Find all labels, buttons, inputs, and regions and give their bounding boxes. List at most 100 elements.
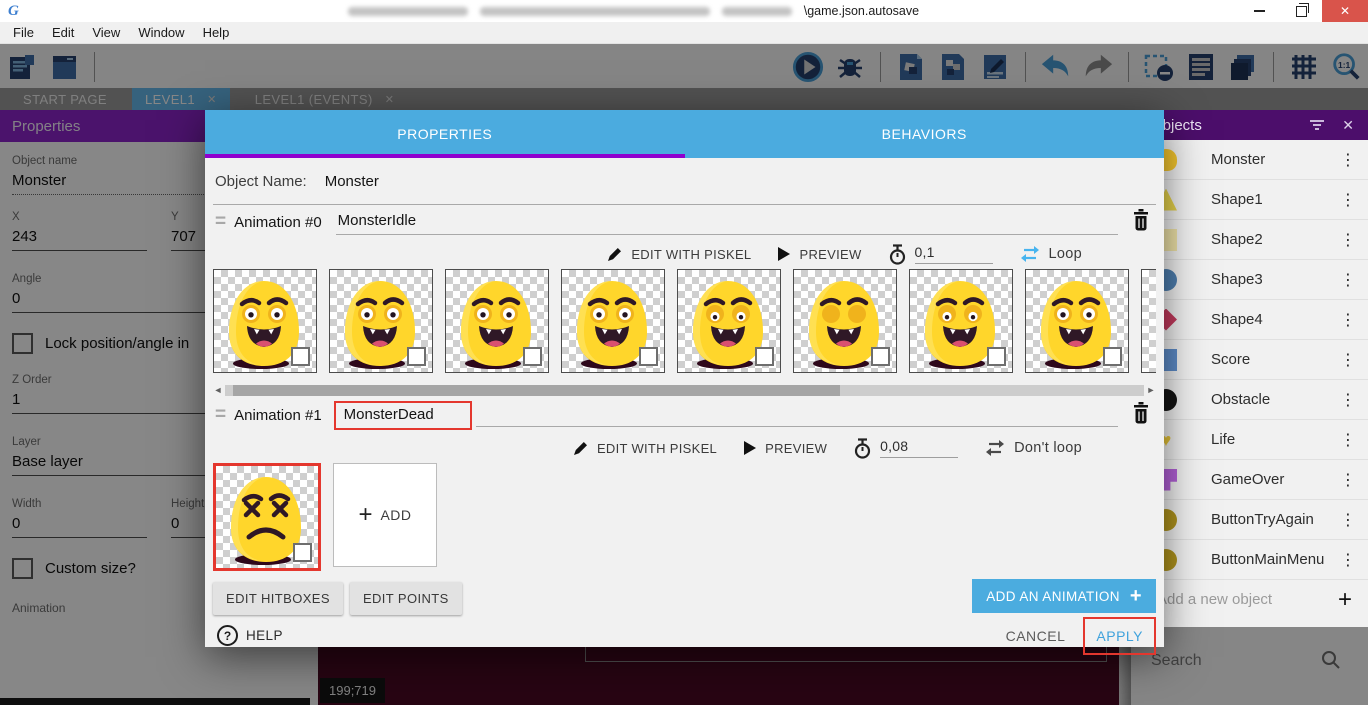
frame-checkbox[interactable] <box>987 347 1006 366</box>
object-row-shape1[interactable]: Shape1⋮ <box>1131 180 1368 220</box>
object-menu-icon[interactable]: ⋮ <box>1340 430 1356 450</box>
frame-checkbox[interactable] <box>755 347 774 366</box>
time-value[interactable]: 0,08 <box>880 438 958 458</box>
object-menu-icon[interactable]: ⋮ <box>1340 550 1356 570</box>
frame-checkbox[interactable] <box>1103 347 1122 366</box>
object-row-buttonmainmenu[interactable]: ButtonMainMenu⋮ <box>1131 540 1368 580</box>
menu-edit[interactable]: Edit <box>43 22 83 44</box>
close-button[interactable]: ✕ <box>1322 0 1368 22</box>
animation-frame[interactable] <box>793 269 897 373</box>
object-row-shape2[interactable]: Shape2 ⋮ <box>1131 220 1368 260</box>
loop-toggle[interactable]: Don't loop <box>984 439 1082 457</box>
window-title: \game.json.autosave <box>29 4 1238 18</box>
edit-with-piskel-button[interactable]: EDIT WITH PISKEL <box>572 440 717 457</box>
trash-icon[interactable] <box>1132 209 1150 236</box>
animation-frame[interactable] <box>1141 269 1156 373</box>
object-name: Score <box>1211 351 1250 368</box>
animation-0-name-input[interactable]: MonsterIdle <box>336 209 1118 235</box>
time-between-frames-field[interactable]: 0,1 <box>888 244 993 265</box>
filter-icon[interactable] <box>1308 118 1326 132</box>
minimize-button[interactable] <box>1238 0 1280 22</box>
animation-frame[interactable] <box>561 269 665 373</box>
preview-button[interactable]: PREVIEW <box>743 440 827 456</box>
menu-view[interactable]: View <box>83 22 129 44</box>
animation-frame[interactable] <box>329 269 433 373</box>
frames-scrollbar[interactable]: ◄ ► <box>213 383 1156 397</box>
menu-help[interactable]: Help <box>194 22 239 44</box>
frame-checkbox[interactable] <box>871 347 890 366</box>
object-row-obstacle[interactable]: Obstacle⋮ <box>1131 380 1368 420</box>
apply-button[interactable]: APPLY <box>1083 617 1156 655</box>
scroll-right-icon[interactable]: ► <box>1146 385 1156 395</box>
object-row-gameover[interactable]: GameOver⋮ <box>1131 460 1368 500</box>
time-value[interactable]: 0,1 <box>915 244 993 264</box>
edit-hitboxes-button[interactable]: EDIT HITBOXES <box>213 582 343 615</box>
object-name-label: Object Name: <box>215 173 307 190</box>
help-button[interactable]: ? HELP <box>217 625 283 646</box>
object-row-life[interactable]: ♥Life⋮ <box>1131 420 1368 460</box>
drag-handle-icon[interactable]: = <box>215 211 226 233</box>
animation-1-name-input[interactable]: MonsterDead <box>334 401 472 430</box>
objects-panel-title: Objects <box>1151 117 1308 134</box>
object-menu-icon[interactable]: ⋮ <box>1340 510 1356 530</box>
animation-frame[interactable] <box>909 269 1013 373</box>
scrollbar-track[interactable] <box>225 385 1144 396</box>
loop-toggle[interactable]: Loop <box>1019 245 1082 263</box>
trash-icon[interactable] <box>1132 402 1150 429</box>
objects-panel-header: Objects ✕ <box>1131 110 1368 140</box>
plus-icon: + <box>358 501 372 529</box>
scrollbar-thumb[interactable] <box>233 385 840 396</box>
object-menu-icon[interactable]: ⋮ <box>1340 470 1356 490</box>
dialog-buttons-row: EDIT HITBOXES EDIT POINTS ADD AN ANIMATI… <box>213 579 1156 617</box>
preview-button[interactable]: PREVIEW <box>777 246 861 262</box>
object-menu-icon[interactable]: ⋮ <box>1340 350 1356 370</box>
object-name: Shape2 <box>1211 231 1263 248</box>
object-row-score[interactable]: Score ⋮ <box>1131 340 1368 380</box>
frame-checkbox[interactable] <box>639 347 658 366</box>
add-animation-button[interactable]: ADD AN ANIMATION + <box>972 579 1156 613</box>
add-frame-button[interactable]: + ADD <box>333 463 437 567</box>
close-icon: ✕ <box>1340 4 1350 18</box>
object-menu-icon[interactable]: ⋮ <box>1340 150 1356 170</box>
animation-frame[interactable] <box>677 269 781 373</box>
object-name-input[interactable]: Monster <box>325 173 379 190</box>
object-menu-icon[interactable]: ⋮ <box>1340 230 1356 250</box>
object-menu-icon[interactable]: ⋮ <box>1340 270 1356 290</box>
frame-checkbox[interactable] <box>293 543 312 562</box>
close-panel-icon[interactable]: ✕ <box>1342 117 1354 134</box>
object-menu-icon[interactable]: ⋮ <box>1340 310 1356 330</box>
restore-button[interactable] <box>1280 0 1322 22</box>
object-row-shape4[interactable]: Shape4 ⋮ <box>1131 300 1368 340</box>
tab-behaviors[interactable]: BEHAVIORS <box>685 110 1165 158</box>
object-name-row: Object Name: Monster <box>213 158 1156 205</box>
frame-checkbox[interactable] <box>407 347 426 366</box>
drag-handle-icon[interactable]: = <box>215 404 226 426</box>
animation-frame[interactable] <box>213 269 317 373</box>
edit-with-piskel-button[interactable]: EDIT WITH PISKEL <box>606 246 751 263</box>
tab-properties[interactable]: PROPERTIES <box>205 110 685 158</box>
object-menu-icon[interactable]: ⋮ <box>1340 190 1356 210</box>
animation-frame[interactable] <box>213 463 321 571</box>
object-row-buttontryagain[interactable]: ButtonTryAgain⋮ <box>1131 500 1368 540</box>
animation-frame[interactable] <box>1025 269 1129 373</box>
timer-icon <box>888 244 907 265</box>
object-row-monster[interactable]: Monster⋮ <box>1131 140 1368 180</box>
objects-list: Monster⋮Shape1⋮Shape2⋮Shape3⋮Shape4⋮Scor… <box>1131 140 1368 580</box>
minimize-icon <box>1254 10 1265 12</box>
object-row-shape3[interactable]: Shape3⋮ <box>1131 260 1368 300</box>
edit-points-button[interactable]: EDIT POINTS <box>350 582 462 615</box>
scroll-left-icon[interactable]: ◄ <box>213 385 223 395</box>
cancel-button[interactable]: CANCEL <box>1006 628 1066 644</box>
frame-checkbox[interactable] <box>291 347 310 366</box>
loop-icon <box>984 439 1006 457</box>
animation-frame[interactable] <box>445 269 549 373</box>
object-menu-icon[interactable]: ⋮ <box>1340 390 1356 410</box>
time-between-frames-field[interactable]: 0,08 <box>853 438 958 459</box>
frame-checkbox[interactable] <box>523 347 542 366</box>
menu-window[interactable]: Window <box>129 22 193 44</box>
window-controls: ✕ <box>1238 0 1368 22</box>
menu-file[interactable]: File <box>4 22 43 44</box>
object-name: Shape4 <box>1211 311 1263 328</box>
plus-icon: + <box>1130 585 1142 608</box>
add-object-row[interactable]: Add a new object + <box>1131 580 1368 619</box>
